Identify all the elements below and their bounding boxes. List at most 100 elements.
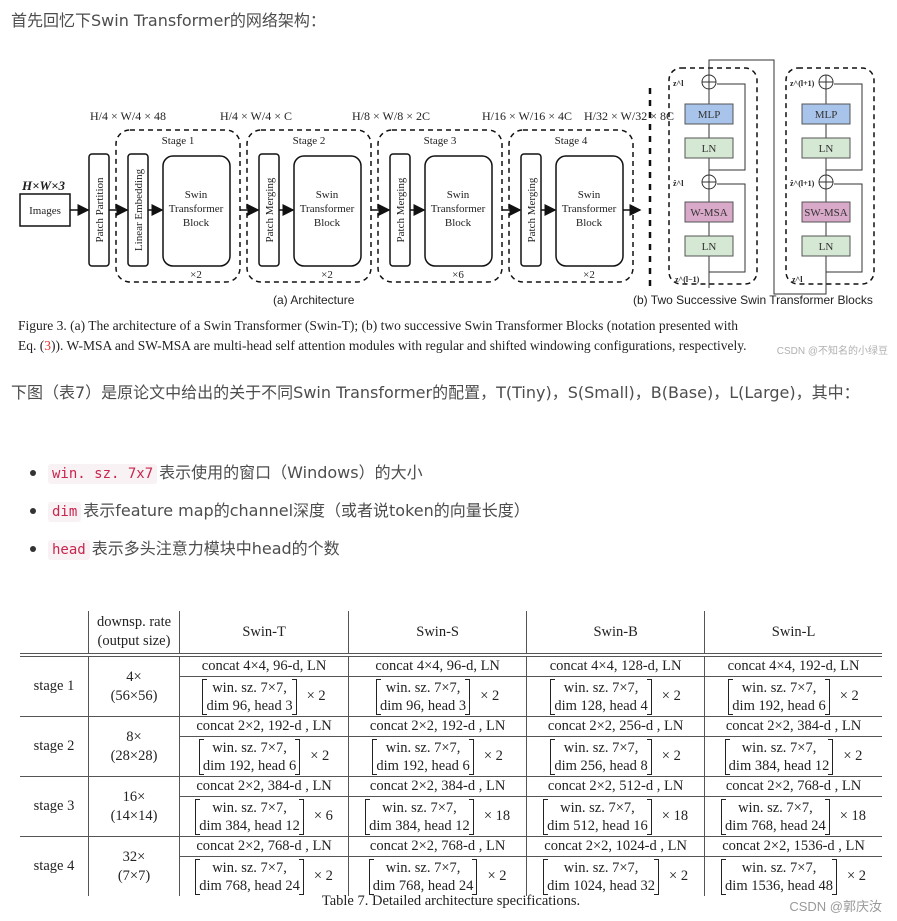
dim-label-stage3: H/16 × W/16 × 4C <box>482 109 572 123</box>
swin-block-label: Swin <box>185 189 208 201</box>
stage-repeat: ×6 <box>452 269 464 281</box>
concat-cell: concat 2×2, 768-d , LN <box>348 836 527 857</box>
swin-block-label: Block <box>445 217 472 229</box>
patch-merging-label: Patch Merging <box>395 177 407 242</box>
subcaption-b: (b) Two Successive Swin Transformer Bloc… <box>633 293 873 307</box>
concat-cell: concat 2×2, 1536-d , LN <box>704 836 882 857</box>
dim-label-stage2: H/8 × W/8 × 2C <box>352 109 430 123</box>
stage-repeat: ×2 <box>321 269 333 281</box>
config-bracket: win. sz. 7×7, dim 384, head 12 <box>195 798 304 835</box>
concat-cell: concat 2×2, 256-d , LN <box>526 716 705 737</box>
concat-cell: concat 2×2, 512-d , LN <box>526 776 705 797</box>
z-hat-label: ẑ^l <box>673 179 684 188</box>
z-in-label: z^(l−1) <box>675 275 700 284</box>
header-swin-b: Swin-B <box>526 611 705 657</box>
figure-watermark: CSDN @不知名的小绿豆 <box>776 346 888 357</box>
block-config-cell: win. sz. 7×7, dim 128, head 4 × 2 <box>526 676 705 717</box>
concat-cell: concat 2×2, 192-d , LN <box>348 716 527 737</box>
block-config-cell: win. sz. 7×7, dim 384, head 12 × 6 <box>178 796 349 837</box>
concat-cell: concat 2×2, 1024-d , LN <box>526 836 705 857</box>
swin-block-label: Swin <box>578 189 601 201</box>
repeat-count: × 2 <box>306 688 326 704</box>
header-downsp: downsp. rate (output size) <box>88 611 180 657</box>
repeat-count: × 2 <box>661 688 681 704</box>
bullet-item: dim 表示feature map的channel深度（或者说token的向量长度… <box>30 498 530 536</box>
z-out-label: z^l <box>673 79 684 88</box>
concat-cell: concat 2×2, 768-d , LN <box>178 836 349 857</box>
ln-label: LN <box>819 143 834 155</box>
stage-label: Stage 1 <box>162 135 195 147</box>
stage-label: stage 1 <box>33 678 75 694</box>
block-config-cell: win. sz. 7×7, dim 384, head 12 × 2 <box>704 736 882 777</box>
concat-cell: concat 2×2, 384-d , LN <box>348 776 527 797</box>
caption-line-1: Figure 3. (a) The architecture of a Swin… <box>18 318 738 333</box>
swin-block-label: Transformer <box>431 203 486 215</box>
block-config-cell: win. sz. 7×7, dim 1536, head 48 × 2 <box>704 856 882 896</box>
table-header-row: downsp. rate (output size) Swin-T Swin-S … <box>20 611 882 657</box>
concat-cell: concat 4×4, 192-d, LN <box>704 655 882 677</box>
stage-repeat: ×2 <box>583 269 595 281</box>
config-bracket: win. sz. 7×7, dim 768, head 24 <box>721 798 830 835</box>
config-bracket: win. sz. 7×7, dim 512, head 16 <box>543 798 652 835</box>
stage-repeat: ×2 <box>190 269 202 281</box>
stage-label: Stage 3 <box>424 135 457 147</box>
config-bracket: win. sz. 7×7, dim 192, head 6 <box>372 738 475 775</box>
mlp-label: MLP <box>815 109 838 121</box>
block-config-cell: win. sz. 7×7, dim 512, head 16 × 18 <box>526 796 705 837</box>
images-label: Images <box>29 205 61 217</box>
config-bracket: win. sz. 7×7, dim 384, head 12 <box>724 738 834 775</box>
table-row: stage 2 8× (28×28) concat 2×2, 192-d , LN co… <box>20 716 882 777</box>
intro-text: 首先回忆下Swin Transformer的网络架构： <box>11 11 326 30</box>
patch-partition-label: Patch Partition <box>94 177 106 243</box>
table-row: stage 3 16× (14×14) concat 2×2, 384-d , LN c… <box>20 776 882 837</box>
repeat-count: × 6 <box>313 808 333 824</box>
repeat-count: × 18 <box>839 808 867 824</box>
stage-label: Stage 4 <box>555 135 588 147</box>
patch-merging-label: Patch Merging <box>526 177 538 242</box>
inline-code: head <box>48 540 90 560</box>
repeat-count: × 2 <box>480 688 500 704</box>
figure-diagram: H/4 × W/4 × 48 H/4 × W/4 × C H/8 × W/8 ×… <box>19 59 875 295</box>
swin-block-label: Block <box>576 217 603 229</box>
swin-block-label: Transformer <box>169 203 224 215</box>
z-in-label: z^l <box>792 275 803 284</box>
repeat-count: × 2 <box>310 748 330 764</box>
config-bracket: win. sz. 7×7, dim 256, head 8 <box>550 738 653 775</box>
table-row: stage 1 4× (56×56) concat 4×4, 96-d, LN conc… <box>20 655 882 717</box>
block-config-cell: win. sz. 7×7, dim 192, head 6 × 2 <box>704 676 882 717</box>
z-out-label: z^(l+1) <box>790 79 815 88</box>
concat-cell: concat 2×2, 384-d , LN <box>704 716 882 737</box>
block-config-cell: win. sz. 7×7, dim 96, head 3 × 2 <box>348 676 527 717</box>
figure-caption: Figure 3. (a) The architecture of a Swin… <box>18 316 886 356</box>
patch-merging-label: Patch Merging <box>264 177 276 242</box>
block-config-cell: win. sz. 7×7, dim 96, head 3 × 2 <box>178 676 349 717</box>
ln-label: LN <box>702 143 717 155</box>
stage-label: stage 3 <box>20 776 89 837</box>
stage-label: stage 2 <box>20 716 89 777</box>
caption-line-2: Eq. (3)). W-MSA and SW-MSA are multi-hea… <box>18 338 747 353</box>
swin-block-label: Block <box>314 217 341 229</box>
config-bracket: win. sz. 7×7, dim 768, head 24 <box>195 858 304 895</box>
repeat-count: × 2 <box>313 868 333 884</box>
swin-block-label: Transformer <box>300 203 355 215</box>
subcaption-a: (a) Architecture <box>273 293 355 307</box>
block-config-cell: win. sz. 7×7, dim 384, head 12 × 18 <box>348 796 527 837</box>
block-config-cell: win. sz. 7×7, dim 768, head 24 × 2 <box>348 856 527 896</box>
csdn-watermark: CSDN @郭庆汝 <box>789 899 882 914</box>
config-bracket: win. sz. 7×7, dim 1536, head 48 <box>721 858 837 895</box>
header-swin-s: Swin-S <box>348 611 527 657</box>
equation-ref-link[interactable]: 3 <box>44 338 51 353</box>
concat-cell: concat 4×4, 128-d, LN <box>526 655 705 677</box>
table-row: stage 4 32× (7×7) concat 2×2, 768-d , LN con… <box>20 836 882 896</box>
swin-block-label: Block <box>183 217 210 229</box>
block-config-cell: win. sz. 7×7, dim 256, head 8 × 2 <box>526 736 705 777</box>
downsample-rate: 4× (56×56) <box>88 655 180 717</box>
config-bracket: win. sz. 7×7, dim 192, head 6 <box>728 678 831 715</box>
dim-label-patch: H/4 × W/4 × 48 <box>90 109 166 123</box>
block-config-cell: win. sz. 7×7, dim 768, head 24 × 18 <box>704 796 882 837</box>
repeat-count: × 2 <box>839 688 859 704</box>
table-caption: Table 7. Detailed architecture specifica… <box>321 893 581 909</box>
inline-code: win. sz. 7x7 <box>48 464 158 484</box>
repeat-count: × 2 <box>483 748 503 764</box>
swin-block-label: Transformer <box>562 203 617 215</box>
